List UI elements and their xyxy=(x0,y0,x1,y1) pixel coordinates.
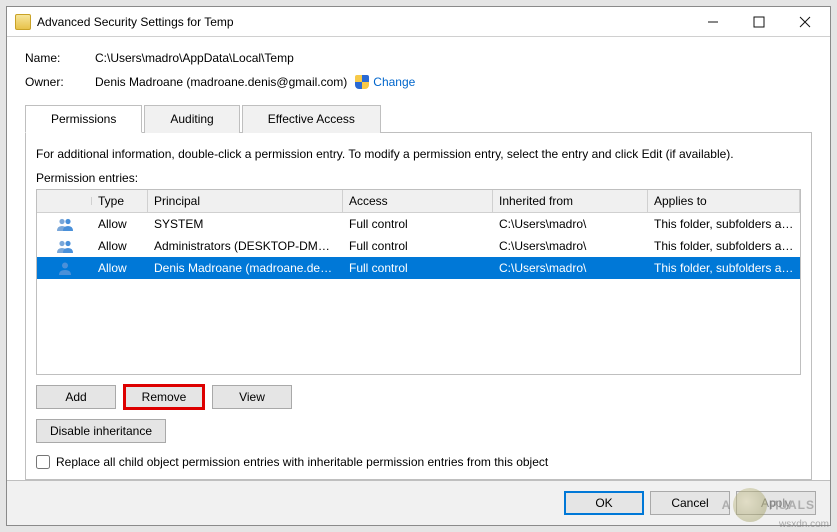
col-applies[interactable]: Applies to xyxy=(648,190,800,212)
dialog-footer: OK Cancel Apply xyxy=(7,480,830,525)
owner-value: Denis Madroane (madroane.denis@gmail.com… xyxy=(95,75,347,89)
cell-principal: SYSTEM xyxy=(148,213,343,235)
permission-table[interactable]: Type Principal Access Inherited from App… xyxy=(36,189,801,375)
name-label: Name: xyxy=(25,51,95,65)
security-settings-window: Advanced Security Settings for Temp Name… xyxy=(6,6,831,526)
cell-type: Allow xyxy=(92,213,148,235)
tab-permissions[interactable]: Permissions xyxy=(25,105,142,133)
tab-effective-access[interactable]: Effective Access xyxy=(242,105,381,133)
cell-principal: Administrators (DESKTOP-DMO... xyxy=(148,235,343,257)
table-row[interactable]: AllowSYSTEMFull controlC:\Users\madro\Th… xyxy=(37,213,800,235)
replace-child-checkbox[interactable] xyxy=(36,455,50,469)
cell-inherited: C:\Users\madro\ xyxy=(493,213,648,235)
cell-applies: This folder, subfolders and files xyxy=(648,213,800,235)
table-row[interactable]: AllowAdministrators (DESKTOP-DMO...Full … xyxy=(37,235,800,257)
col-principal[interactable]: Principal xyxy=(148,190,343,212)
cell-type: Allow xyxy=(92,235,148,257)
cell-access: Full control xyxy=(343,235,493,257)
col-icon[interactable] xyxy=(37,197,92,205)
cell-principal: Denis Madroane (madroane.deni... xyxy=(148,257,343,279)
info-text: For additional information, double-click… xyxy=(36,147,801,161)
cell-access: Full control xyxy=(343,213,493,235)
name-value: C:\Users\madro\AppData\Local\Temp xyxy=(95,51,294,65)
add-button[interactable]: Add xyxy=(36,385,116,409)
cell-type: Allow xyxy=(92,257,148,279)
folder-icon xyxy=(15,14,31,30)
table-row[interactable]: AllowDenis Madroane (madroane.deni...Ful… xyxy=(37,257,800,279)
disable-inheritance-button[interactable]: Disable inheritance xyxy=(36,419,166,443)
remove-button[interactable]: Remove xyxy=(124,385,204,409)
window-title: Advanced Security Settings for Temp xyxy=(37,15,234,29)
users-icon xyxy=(37,235,92,257)
user-icon xyxy=(37,257,92,279)
owner-label: Owner: xyxy=(25,75,95,89)
tab-strip: Permissions Auditing Effective Access xyxy=(25,105,812,133)
tab-auditing[interactable]: Auditing xyxy=(144,105,239,133)
col-type[interactable]: Type xyxy=(92,190,148,212)
minimize-button[interactable] xyxy=(690,8,736,36)
table-header: Type Principal Access Inherited from App… xyxy=(37,190,800,213)
shield-icon xyxy=(355,75,369,89)
cell-inherited: C:\Users\madro\ xyxy=(493,235,648,257)
cell-applies: This folder, subfolders and files xyxy=(648,235,800,257)
titlebar[interactable]: Advanced Security Settings for Temp xyxy=(7,7,830,37)
cell-access: Full control xyxy=(343,257,493,279)
close-button[interactable] xyxy=(782,8,828,36)
content-area: Name: C:\Users\madro\AppData\Local\Temp … xyxy=(7,37,830,480)
change-owner-link[interactable]: Change xyxy=(373,75,415,89)
users-icon xyxy=(37,213,92,235)
entries-label: Permission entries: xyxy=(36,171,801,185)
col-access[interactable]: Access xyxy=(343,190,493,212)
cancel-button[interactable]: Cancel xyxy=(650,491,730,515)
attribution-text: wsxdn.com xyxy=(779,519,829,530)
maximize-button[interactable] xyxy=(736,8,782,36)
cell-applies: This folder, subfolders and files xyxy=(648,257,800,279)
ok-button[interactable]: OK xyxy=(564,491,644,515)
apply-button[interactable]: Apply xyxy=(736,491,816,515)
cell-inherited: C:\Users\madro\ xyxy=(493,257,648,279)
tab-body: For additional information, double-click… xyxy=(25,133,812,480)
replace-child-label[interactable]: Replace all child object permission entr… xyxy=(56,455,548,469)
col-inherited[interactable]: Inherited from xyxy=(493,190,648,212)
view-button[interactable]: View xyxy=(212,385,292,409)
